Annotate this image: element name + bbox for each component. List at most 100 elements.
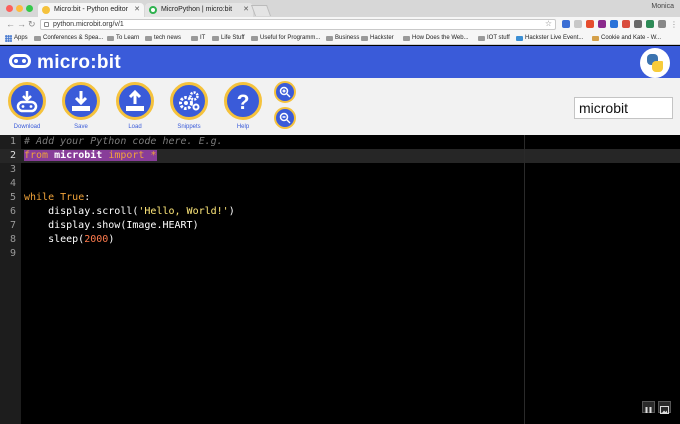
bookmark-item[interactable]: Cookie and Kate - W...: [592, 34, 661, 43]
bookmark-label: Business: [335, 35, 360, 41]
forward-arrow-icon[interactable]: →: [17, 18, 26, 31]
tab-title: Micro:bit - Python editor: [54, 6, 128, 13]
snippets-label: Snippets: [177, 124, 201, 130]
url-text: python.microbit.org/v/1: [53, 21, 124, 28]
folder-icon: [145, 36, 152, 41]
line-number: 8: [9, 234, 16, 245]
close-window-icon[interactable]: [6, 5, 13, 12]
minimize-window-icon[interactable]: [16, 5, 23, 12]
code-line-2[interactable]: from microbit import *: [24, 149, 157, 163]
bookmark-item[interactable]: tech news: [145, 34, 181, 43]
line-number: 3: [9, 164, 16, 175]
python-logo-yellow: [652, 61, 663, 72]
save-download-icon: [72, 91, 90, 111]
bookmark-item[interactable]: Life Stuff: [212, 34, 245, 43]
micropython-favicon-icon: [149, 6, 157, 14]
print-margin: [524, 135, 525, 424]
code-line-6[interactable]: display.scroll('Hello, World!'): [24, 205, 235, 219]
zoom-in-button[interactable]: [274, 81, 296, 103]
line-number: 4: [9, 178, 16, 189]
pause-icon[interactable]: [642, 401, 655, 413]
extension-icon[interactable]: [634, 20, 642, 28]
download-label: Download: [13, 124, 41, 130]
folder-icon: [212, 36, 219, 41]
profile-name[interactable]: Monica: [651, 3, 674, 10]
bookmark-label: Hackster Live Event...: [525, 35, 584, 41]
cookie-favicon-icon: [592, 36, 599, 41]
bookmark-item[interactable]: Hackster: [361, 34, 394, 43]
code-line-5[interactable]: while True:: [24, 191, 90, 205]
bookmark-label: IT: [200, 35, 206, 41]
bookmark-item[interactable]: To Learn: [107, 34, 139, 43]
extension-icon[interactable]: [658, 20, 666, 28]
picture-in-picture-icon[interactable]: [658, 401, 671, 414]
page-info-icon[interactable]: [44, 22, 49, 27]
code-text: ): [228, 206, 235, 217]
bookmark-label: tech news: [154, 35, 182, 41]
bookmark-item[interactable]: Hackster Live Event...: [516, 34, 583, 43]
code-editor[interactable]: 1 2 3 4 5 6 7 8 9 # Add your Python code…: [0, 135, 680, 424]
hackster-favicon-icon: [516, 36, 523, 41]
maximize-window-icon[interactable]: [26, 5, 33, 12]
bookmark-item[interactable]: Conferences & Spea...: [34, 34, 103, 43]
extension-icon[interactable]: [574, 20, 582, 28]
bookmark-item[interactable]: Useful for Programm...: [251, 34, 320, 43]
code-line-8[interactable]: sleep(2000): [24, 233, 114, 247]
extension-icon[interactable]: [598, 20, 606, 28]
folder-icon: [403, 36, 410, 41]
bookmark-item[interactable]: IOT stuff: [478, 34, 510, 43]
tab-python-editor[interactable]: Micro:bit - Python editor ✕: [38, 3, 144, 17]
bookmarks-bar: Apps Conferences & Spea... To Learn tech…: [0, 32, 680, 45]
code-line-1[interactable]: # Add your Python code here. E.g.: [24, 135, 223, 149]
load-upload-icon: [126, 89, 144, 111]
bookmark-label: Conferences & Spea...: [43, 35, 104, 41]
keyword-token: while: [24, 192, 55, 203]
line-number: 6: [9, 206, 16, 217]
menu-kebab-icon[interactable]: ⋮: [670, 18, 678, 31]
bookmark-apps[interactable]: Apps: [5, 34, 28, 43]
python-favicon-icon: [42, 6, 50, 14]
bookmark-label: To Learn: [116, 35, 140, 41]
code-text: display.scroll(: [24, 206, 139, 217]
svg-text:?: ?: [237, 91, 250, 113]
browser-tab-strip: Micro:bit - Python editor ✕ MicroPython …: [0, 0, 680, 17]
folder-icon: [361, 36, 368, 41]
selected-text: from microbit import *: [24, 150, 157, 161]
code-line-7[interactable]: display.show(Image.HEART): [24, 219, 199, 233]
close-tab-icon[interactable]: ✕: [134, 3, 140, 17]
operator-token: *: [150, 150, 157, 161]
load-label: Load: [128, 124, 142, 130]
bookmark-label: Hackster: [370, 35, 394, 41]
folder-icon: [326, 36, 333, 41]
extension-icon[interactable]: [610, 20, 618, 28]
extension-icon[interactable]: [646, 20, 654, 28]
address-bar[interactable]: python.microbit.org/v/1 ☆: [40, 19, 556, 30]
reload-icon[interactable]: ↻: [28, 18, 36, 31]
new-tab-button[interactable]: [250, 5, 272, 16]
bookmark-item[interactable]: IT: [191, 34, 205, 43]
save-label: Save: [74, 124, 88, 130]
string-token: 'Hello, World!': [138, 206, 229, 217]
extension-icon[interactable]: [562, 20, 570, 28]
extension-icon[interactable]: [586, 20, 594, 28]
help-question-icon: ?: [237, 91, 250, 113]
close-tab-icon[interactable]: ✕: [243, 3, 249, 17]
snippets-gears-icon: [179, 91, 200, 111]
python-logo-icon: [640, 48, 670, 78]
back-arrow-icon[interactable]: ←: [6, 18, 15, 31]
zoom-out-button[interactable]: [274, 107, 296, 129]
tab-title: MicroPython | micro:bit: [161, 6, 233, 13]
line-number: 9: [9, 248, 16, 259]
bookmark-star-icon[interactable]: ☆: [545, 19, 552, 29]
bookmark-item[interactable]: How Does the Web...: [403, 34, 469, 43]
extension-icon[interactable]: [622, 20, 630, 28]
bookmark-item[interactable]: Business: [326, 34, 359, 43]
app-header: micro:bit: [0, 46, 680, 78]
punctuation-token: :: [84, 192, 91, 203]
folder-icon: [478, 36, 485, 41]
keyword-token: from: [24, 150, 49, 161]
project-name-input[interactable]: microbit: [574, 97, 673, 119]
tab-micropython[interactable]: MicroPython | micro:bit ✕: [145, 3, 253, 17]
bookmark-label: IOT stuff: [487, 35, 510, 41]
microbit-logo-icon: [9, 54, 31, 68]
